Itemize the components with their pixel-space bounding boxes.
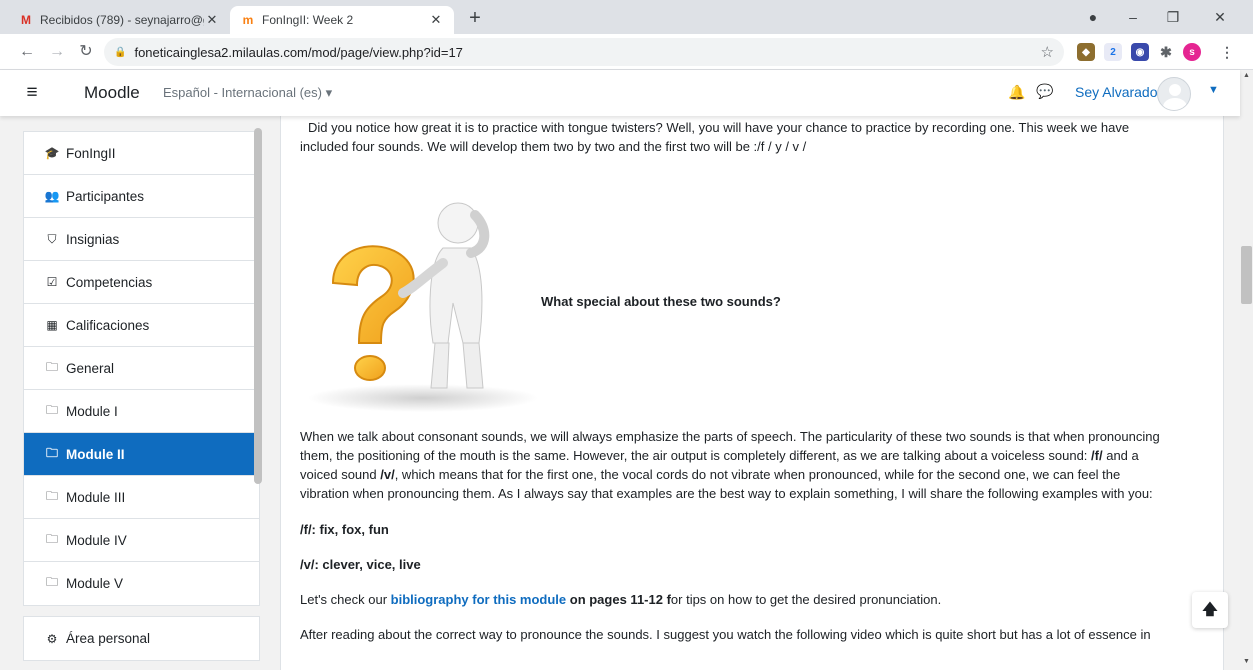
tab-title: FonIngII: Week 2 (262, 13, 354, 27)
extensions-puzzle-icon[interactable]: ✱ (1157, 43, 1175, 61)
question-mark-figure-image (308, 202, 538, 412)
sidebar-item-label: Insignias (66, 231, 120, 247)
extension-badge-icon[interactable]: 2 (1104, 43, 1122, 61)
maximize-button[interactable]: ❐ (1153, 4, 1193, 30)
users-icon: 👥 (44, 189, 60, 203)
browser-toolbar: ← → ↻ 🔒 foneticainglesa2.milaulas.com/mo… (0, 34, 1253, 70)
main-region: Did you notice how great it is to practi… (280, 116, 1240, 670)
avatar[interactable] (1157, 77, 1191, 111)
browser-tab-moodle[interactable]: m FonIngII: Week 2 ✕ (230, 6, 454, 34)
sidebar-item-label: Module I (66, 403, 118, 419)
sidebar-item-module-iii[interactable]: 🗀 Module III (24, 476, 259, 519)
user-menu-caret-icon[interactable]: ▼ (1208, 84, 1219, 96)
drawer-scrollbar[interactable] (253, 116, 263, 670)
body-line-4: vibration when pronouncing them. As I al… (300, 486, 1153, 501)
extension-owl-icon[interactable]: ◆ (1077, 43, 1095, 61)
sidebar-item-insignias[interactable]: ⛉ Insignias (24, 218, 259, 261)
new-tab-button[interactable]: + (462, 6, 488, 32)
url-text: foneticainglesa2.milaulas.com/mod/page/v… (134, 44, 463, 60)
page-scrollbar[interactable]: ▲ ▼ (1240, 70, 1253, 670)
sidebar-item-label: Module III (66, 489, 126, 505)
page-scrollbar-thumb[interactable] (1241, 246, 1252, 304)
sidebar-item-module-ii[interactable]: 🗀 Module II (24, 433, 259, 476)
bibliography-line: Let's check our bibliography for this mo… (300, 592, 942, 607)
sidebar-item-module-v[interactable]: 🗀 Module V (24, 562, 259, 605)
tachometer-icon: ⚙ (46, 631, 58, 646)
folder-icon: 🗀 (45, 531, 58, 546)
page-content: Did you notice how great it is to practi… (280, 116, 1224, 670)
profile-dot-icon[interactable]: ● (1073, 4, 1113, 30)
graduation-cap-icon: 🎓 (44, 146, 60, 160)
hamburger-menu-icon[interactable]: ≡ (18, 79, 46, 107)
tab-title: Recibidos (789) - seynajarro@gm (40, 13, 204, 27)
sidebar-item-área-personal[interactable]: ⚙ Área personal (24, 617, 259, 660)
sidebar-item-general[interactable]: 🗀 General (24, 347, 259, 390)
browser-tab-gmail[interactable]: M Recibidos (789) - seynajarro@gm ✕ (8, 6, 230, 34)
sidebar-item-foningii[interactable]: 🎓 FonIngII (24, 132, 259, 175)
scroll-up-arrow-icon[interactable]: ▲ (1243, 72, 1250, 79)
sidebar-item-label: Área personal (66, 631, 151, 646)
folder-icon: 🗀 (45, 575, 58, 589)
address-bar[interactable]: 🔒 foneticainglesa2.milaulas.com/mod/page… (104, 38, 1064, 66)
profile-avatar-button[interactable]: s (1183, 43, 1201, 61)
body-line-1: When we talk about consonant sounds, we … (300, 429, 1160, 444)
folder-icon: 🗀 (45, 445, 58, 460)
folder-icon: 🗀 (45, 488, 58, 503)
folder-icon: 🗀 (45, 359, 58, 374)
back-button[interactable]: ← (16, 42, 38, 64)
figure-caption: What special about these two sounds? (541, 294, 781, 309)
sidebar-item-module-iv[interactable]: 🗀 Module IV (24, 519, 259, 562)
reload-button[interactable]: ↻ (75, 42, 97, 64)
v-examples: /v/: clever, vice, live (300, 557, 421, 572)
sidebar-item-module-i[interactable]: 🗀 Module I (24, 390, 259, 433)
drawer-scrollbar-thumb[interactable] (254, 128, 262, 484)
gmail-icon: M (21, 13, 31, 27)
scroll-down-arrow-icon[interactable]: ▼ (1243, 658, 1250, 665)
f-examples: /f/: fix, fox, fun (300, 522, 389, 537)
site-brand[interactable]: Moodle (84, 83, 140, 103)
sidebar-item-calificaciones[interactable]: ▦ Calificaciones (24, 304, 259, 347)
sidebar-item-participantes[interactable]: 👥 Participantes (24, 175, 259, 218)
browser-tab-strip: M Recibidos (789) - seynajarro@gm ✕ m Fo… (0, 0, 1253, 34)
body-line-3: voiced sound /v/, which means that for t… (300, 467, 1121, 482)
minimize-button[interactable]: – (1113, 4, 1153, 30)
notifications-bell-icon[interactable]: 🔔 (1008, 84, 1025, 101)
language-menu[interactable]: Español - Internacional (es) ▾ (163, 85, 332, 101)
folder-icon: 🗀 (45, 402, 58, 417)
table-icon: ▦ (46, 318, 58, 332)
check-square-icon: ☑ (46, 275, 58, 289)
extension-colorful-icon[interactable]: ◉ (1131, 43, 1149, 61)
intro-line-1: Did you notice how great it is to practi… (308, 120, 1130, 135)
sidebar-item-label: Module IV (66, 532, 127, 548)
moodle-icon: m (242, 13, 254, 27)
browser-menu-icon[interactable]: ⋮ (1218, 43, 1236, 61)
forward-button[interactable]: → (46, 42, 68, 64)
close-window-button[interactable]: ✕ (1200, 4, 1240, 30)
sidebar-item-label: Module II (66, 446, 125, 462)
moodle-navbar: ≡ Moodle Español - Internacional (es) ▾ … (0, 70, 1240, 116)
bibliography-link[interactable]: bibliography for this module (391, 592, 567, 607)
messages-chat-icon[interactable]: 💬 (1036, 83, 1053, 100)
sidebar-item-label: General (66, 360, 115, 376)
close-tab-icon[interactable]: ✕ (204, 12, 220, 28)
video-intro-line: After reading about the correct way to p… (300, 627, 1151, 642)
intro-line-2: included four sounds. We will develop th… (300, 139, 807, 154)
bookmark-star-icon[interactable]: ☆ (1041, 43, 1054, 61)
user-name[interactable]: Sey Alvarado (1075, 84, 1158, 100)
sidebar-item-label: Module V (66, 576, 124, 591)
shield-icon: ⛉ (47, 231, 57, 246)
sidebar-item-competencias[interactable]: ☑ Competencias (24, 261, 259, 304)
site-nav-group: ⚙ Área personal (23, 616, 260, 661)
course-nav-group: 🎓 FonIngII 👥 Participantes ⛉ Insignias ☑ Compet… (23, 131, 260, 606)
sidebar-item-label: Participantes (66, 188, 145, 204)
sidebar-item-label: Calificaciones (66, 317, 150, 333)
lock-icon: 🔒 (114, 46, 127, 58)
back-to-top-button[interactable]: 🡅 (1192, 592, 1228, 628)
nav-drawer: 🎓 FonIngII 👥 Participantes ⛉ Insignias ☑ Compet… (0, 116, 280, 670)
sidebar-item-label: Competencias (66, 274, 153, 290)
body-line-2: them, the positioning of the mouth is th… (300, 448, 1139, 463)
sidebar-item-label: FonIngII (66, 145, 116, 161)
close-tab-icon[interactable]: ✕ (428, 12, 444, 28)
